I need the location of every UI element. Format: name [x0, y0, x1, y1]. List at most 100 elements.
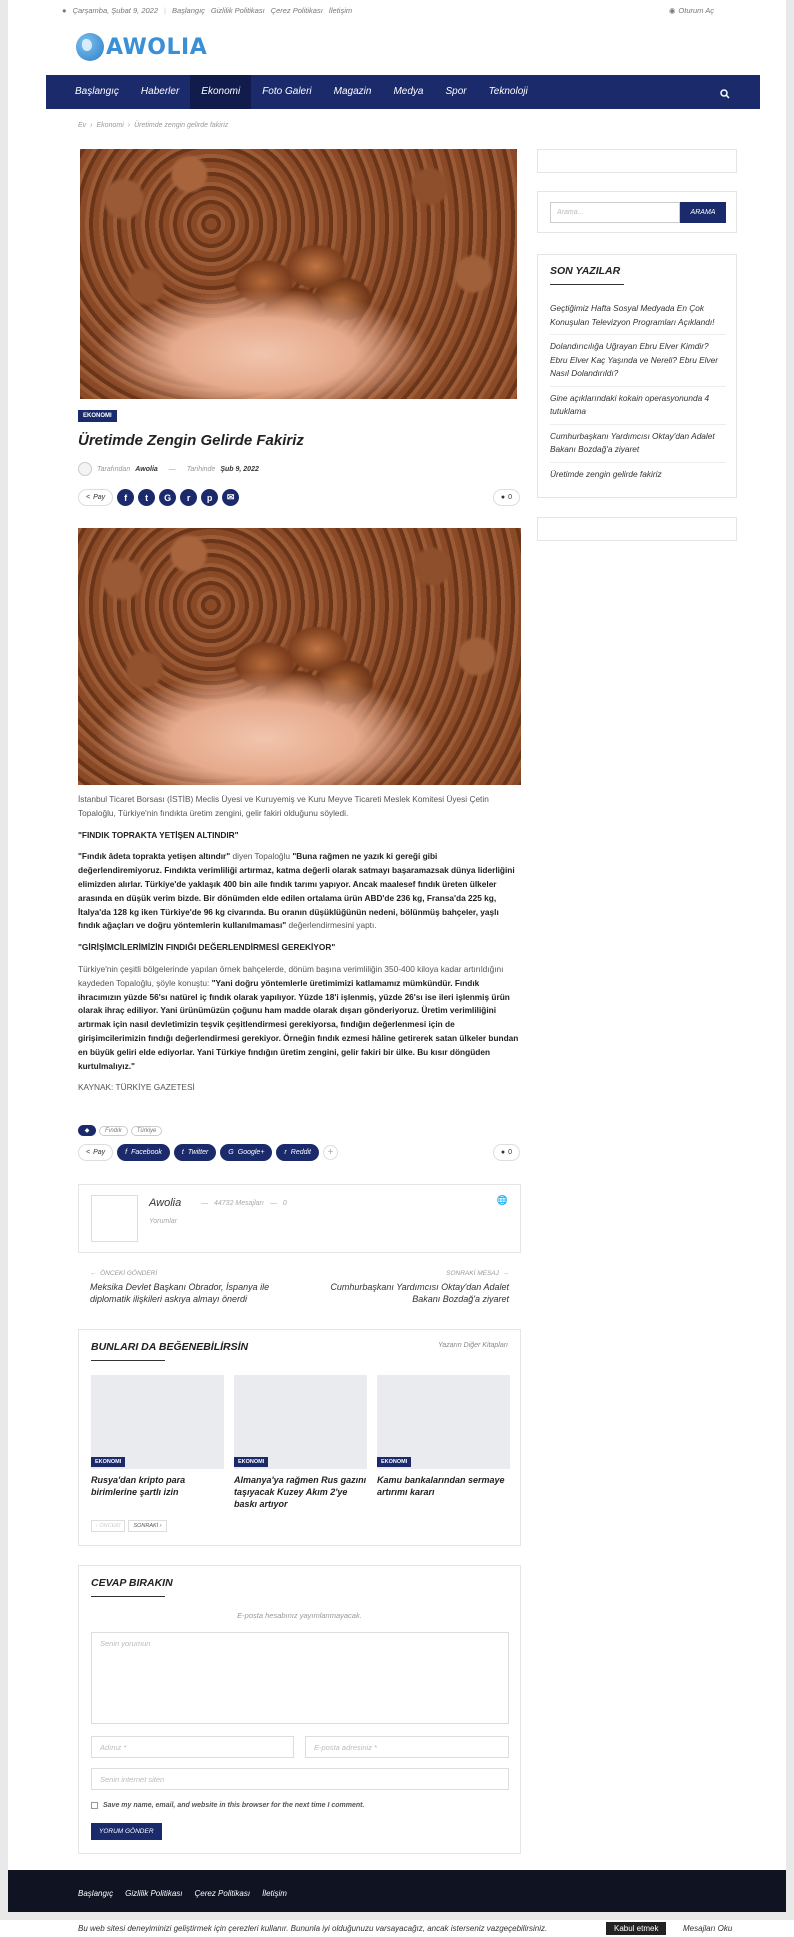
- share-google-button[interactable]: G Google+: [220, 1144, 273, 1161]
- location-icon: ●: [62, 6, 67, 15]
- byline: Tarafından Awolia — Tarihinde Şub 9, 202…: [78, 462, 259, 476]
- top-link-home[interactable]: Başlangıç: [172, 6, 205, 15]
- top-bar: ● Çarşamba, Şubat 9, 2022 | Başlangıç Gi…: [62, 6, 714, 15]
- related-card[interactable]: EKONOMI Rusya'dan kripto para birimlerin…: [91, 1375, 224, 1498]
- nav-item-magazine[interactable]: Magazin: [323, 75, 383, 109]
- related-card[interactable]: EKONOMI Kamu bankalarından sermaye artır…: [377, 1375, 510, 1498]
- related-pager: ‹ ÖNCEKİ SONRAKİ ›: [91, 1520, 167, 1532]
- cookie-read-more-link[interactable]: Mesajları Oku: [683, 1924, 732, 1933]
- post-date: Şub 9, 2022: [220, 465, 259, 473]
- share-toggle[interactable]: < Pay: [78, 489, 114, 506]
- checkbox-box[interactable]: [91, 1802, 98, 1809]
- breadcrumb-category[interactable]: Ekonomi: [97, 122, 124, 129]
- recent-post-link[interactable]: Üretimde zengin gelirde fakiriz: [550, 463, 726, 487]
- recent-post-link[interactable]: Geçtiğimiz Hafta Sosyal Medyada En Çok K…: [550, 297, 726, 335]
- author-link[interactable]: Awolia: [135, 466, 158, 473]
- name-field[interactable]: Adınız *: [91, 1736, 294, 1758]
- nav-item-economy[interactable]: Ekonomi: [190, 75, 252, 109]
- paragraph-2: Türkiye'nin çeşitli bölgelerinde yapılan…: [78, 963, 521, 1073]
- more-share-icon[interactable]: +: [323, 1145, 338, 1160]
- tag-item[interactable]: Fındık: [99, 1125, 128, 1136]
- footer-link-cookie[interactable]: Çerez Politikası: [194, 1889, 250, 1898]
- submit-comment-button[interactable]: YORUM GÖNDER: [91, 1823, 162, 1840]
- search-input[interactable]: Arama...: [550, 202, 680, 223]
- save-info-checkbox[interactable]: Save my name, email, and website in this…: [91, 1802, 364, 1809]
- share-twitter-button[interactable]: t Twitter: [173, 1144, 217, 1161]
- comment-count-value: 0: [508, 494, 512, 501]
- top-link-contact[interactable]: İletişim: [329, 6, 352, 15]
- top-link-privacy[interactable]: Gizlilik Politikası: [211, 6, 265, 15]
- comment-count[interactable]: ● 0: [492, 1144, 520, 1161]
- related-card[interactable]: EKONOMI Almanya'ya rağmen Rus gazını taş…: [234, 1375, 367, 1510]
- quote-2b: "Yani doğru yöntemlerle üretimimizi katl…: [78, 977, 519, 1071]
- arrow-right-icon: →: [502, 1270, 510, 1277]
- recent-posts-title: SON YAZILAR: [550, 265, 624, 285]
- tag-item[interactable]: Türkiye: [130, 1125, 163, 1136]
- login-link[interactable]: ◉ Oturum Aç: [669, 6, 714, 15]
- quote-1a: "Fındık âdeta toprakta yetişen altındır": [78, 851, 231, 862]
- search-button[interactable]: ARAMA: [680, 202, 726, 223]
- featured-image: [80, 149, 517, 399]
- website-globe-icon[interactable]: 🌐: [497, 1195, 508, 1206]
- share-reddit-button[interactable]: r Reddit: [276, 1144, 319, 1161]
- more-from-author-link[interactable]: Yazarın Diğer Kitapları: [438, 1342, 508, 1349]
- share-toggle[interactable]: < Pay: [78, 1144, 114, 1161]
- footer-link-home[interactable]: Başlangıç: [78, 1889, 113, 1898]
- nav-item-news[interactable]: Haberler: [130, 75, 190, 109]
- prev-post-label: ÖNCEKİ GÖNDERİ: [100, 1270, 158, 1277]
- share-icon: <: [86, 494, 91, 501]
- twitter-icon[interactable]: t: [138, 489, 156, 506]
- related-category: EKONOMI: [377, 1457, 412, 1467]
- author-name[interactable]: Awolia: [149, 1197, 181, 1209]
- share-icon: <: [86, 1149, 91, 1156]
- login-label: Oturum Aç: [678, 6, 714, 15]
- recent-post-link[interactable]: Dolandırıcılığa Uğrayan Ebru Elver Kimdi…: [550, 335, 726, 387]
- author-posts[interactable]: 44732 Mesajları: [214, 1200, 264, 1207]
- cookie-accept-button[interactable]: Kabul etmek: [606, 1922, 667, 1935]
- related-thumbnail: EKONOMI: [377, 1375, 510, 1469]
- cookie-message: Bu web sitesi deneyiminizi geliştirmek i…: [78, 1924, 548, 1933]
- nav-item-sports[interactable]: Spor: [434, 75, 477, 109]
- category-badge[interactable]: EKONOMI: [78, 410, 117, 422]
- article-body: İstanbul Ticaret Borsası (İSTİB) Meclis …: [78, 793, 521, 1103]
- related-card-title: Rusya'dan kripto para birimlerine şartlı…: [91, 1475, 186, 1497]
- pager-next-button[interactable]: SONRAKİ ›: [128, 1520, 167, 1532]
- website-field[interactable]: Senin internet siten: [91, 1768, 509, 1790]
- sidebar-search: Arama... ARAMA: [537, 191, 737, 233]
- next-post-link[interactable]: SONRAKİ MESAJ → Cumhurbaşkanı Yardımcısı…: [304, 1270, 509, 1305]
- twitter-icon: t: [181, 1149, 184, 1156]
- tag-list: ◆ Fındık Türkiye: [78, 1125, 163, 1136]
- recent-posts-widget: SON YAZILAR Geçtiğimiz Hafta Sosyal Medy…: [537, 254, 737, 498]
- page-title: Üretimde Zengin Gelirde Fakiriz: [78, 432, 304, 449]
- google-icon[interactable]: G: [159, 489, 177, 506]
- prev-post-link[interactable]: ← ÖNCEKİ GÖNDERİ Meksika Devlet Başkanı …: [90, 1270, 290, 1305]
- tag-icon: ◆: [78, 1125, 96, 1136]
- share-facebook-button[interactable]: f Facebook: [117, 1144, 170, 1161]
- footer: Başlangıç Gizlilik Politikası Çerez Poli…: [8, 1870, 786, 1912]
- site-logo[interactable]: AWOLIA: [76, 33, 207, 61]
- email-field[interactable]: E-posta adresiniz *: [305, 1736, 509, 1758]
- facebook-icon[interactable]: f: [117, 489, 135, 506]
- pinterest-icon[interactable]: p: [201, 489, 219, 506]
- nav-item-home[interactable]: Başlangıç: [64, 75, 130, 109]
- reddit-icon[interactable]: r: [180, 489, 198, 506]
- related-title: BUNLARI DA BEĞENEBİLİRSİN: [91, 1341, 248, 1361]
- footer-link-contact[interactable]: İletişim: [262, 1889, 287, 1898]
- recent-post-link[interactable]: Gine açıklarındaki kokain operasyonunda …: [550, 387, 726, 425]
- subheading-1: "FINDIK TOPRAKTA YETİŞEN ALTINDIR": [78, 829, 239, 840]
- nav-item-photo-gallery[interactable]: Foto Galeri: [251, 75, 322, 109]
- comment-icon: ●: [500, 1149, 506, 1156]
- comment-count[interactable]: ● 0: [492, 489, 520, 506]
- nav-item-media[interactable]: Medya: [382, 75, 434, 109]
- breadcrumb-home[interactable]: Ev: [78, 122, 86, 129]
- comment-icon: ●: [500, 494, 506, 501]
- nav-item-technology[interactable]: Teknoloji: [478, 75, 539, 109]
- pager-prev-button: ‹ ÖNCEKİ: [91, 1520, 126, 1532]
- top-link-cookie[interactable]: Çerez Politikası: [271, 6, 323, 15]
- footer-link-privacy[interactable]: Gizlilik Politikası: [125, 1889, 182, 1898]
- search-icon[interactable]: [720, 86, 730, 104]
- recent-post-link[interactable]: Cumhurbaşkanı Yardımcısı Oktay'dan Adale…: [550, 425, 726, 463]
- comment-textarea[interactable]: Senin yorumun: [91, 1632, 509, 1724]
- email-icon[interactable]: ✉: [222, 489, 240, 506]
- related-thumbnail: EKONOMI: [234, 1375, 367, 1469]
